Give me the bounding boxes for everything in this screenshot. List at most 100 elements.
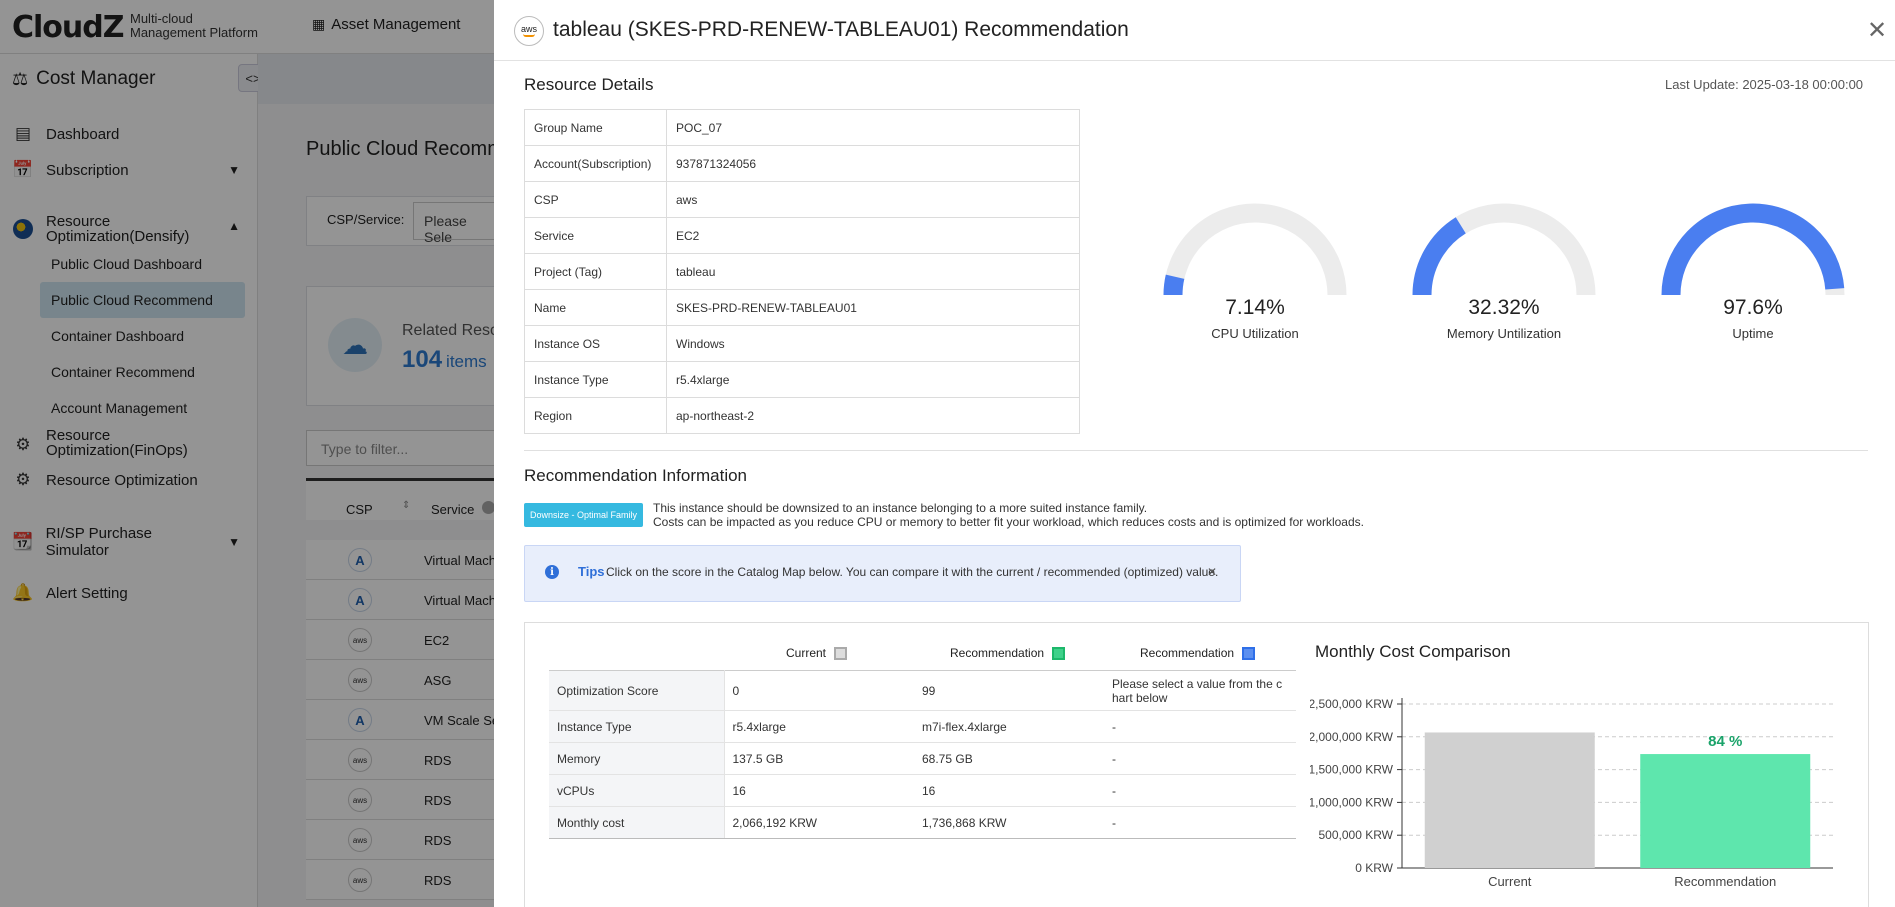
bar-recommendation — [1640, 754, 1811, 868]
compare-cell-current: 137.5 GB — [724, 742, 914, 775]
gauge-fill — [1661, 203, 1845, 296]
compare-cell-key: Memory — [549, 742, 725, 775]
detail-row: Account(Subscription) 937871324056 — [524, 145, 1080, 182]
detail-value: ap-northeast-2 — [666, 397, 1080, 434]
compare-cell-key: Monthly cost — [549, 806, 725, 839]
compare-row[interactable]: Optimization Score 0 99 Please select a val… — [549, 670, 1296, 711]
detail-value: 937871324056 — [666, 145, 1080, 182]
recommendation-text-line: Costs can be impacted as you reduce CPU … — [653, 515, 1364, 529]
legend-swatch — [1242, 646, 1256, 660]
gauge-memory-untilization — [1412, 203, 1596, 296]
detail-value: tableau — [666, 253, 1080, 290]
x-tick-label: Current — [1488, 874, 1532, 889]
y-tick-label: 1,000,000 KRW — [1310, 795, 1394, 809]
recommendation-info-title: Recommendation Information — [524, 466, 748, 485]
bar-data-label: 84 % — [1708, 733, 1742, 750]
compare-row: vCPUs 16 16- — [549, 774, 1296, 807]
detail-key: Instance Type — [524, 361, 667, 398]
gauge-label: CPU Utilization — [1211, 326, 1299, 341]
compare-cell-rec2: Please select a value from the c hart be… — [1104, 670, 1296, 711]
compare-cell-current: 16 — [724, 774, 914, 807]
gauge-value: 32.32% — [1468, 296, 1540, 319]
compare-cell-rec2: - — [1104, 774, 1296, 807]
compare-cell-rec: 1,736,868 KRW — [914, 806, 1104, 839]
detail-key: Service — [524, 217, 667, 254]
compare-cell-rec: 16 — [914, 774, 1104, 807]
legend-swatch — [834, 646, 848, 660]
compare-cell-rec: m7i-flex.4xlarge — [914, 710, 1104, 743]
detail-row: Group Name POC_07 — [524, 109, 1080, 146]
detail-value: r5.4xlarge — [666, 361, 1080, 398]
compare-cell-key: Optimization Score — [549, 670, 725, 711]
compare-cell-rec2: - — [1104, 710, 1296, 743]
section-divider — [524, 450, 1868, 451]
compare-header-label: Current — [786, 646, 827, 660]
gauge-cpu-utilization — [1163, 203, 1347, 296]
detail-value: EC2 — [666, 217, 1080, 254]
tips-close-icon[interactable]: ✕ — [1207, 565, 1217, 579]
detail-value: aws — [666, 181, 1080, 218]
gauge-label: Memory Untilization — [1446, 326, 1562, 341]
compare-cell-key: Instance Type — [549, 710, 725, 743]
compare-cell-key: vCPUs — [549, 774, 725, 807]
comparison-table: Optimization Score 0 99 Please select a val… — [549, 670, 1296, 839]
detail-row: Instance OS Windows — [524, 325, 1080, 362]
detail-row: CSP aws — [524, 181, 1080, 218]
aws-logo-icon: aws — [514, 16, 544, 46]
y-tick-label: 2,000,000 KRW — [1310, 730, 1394, 744]
detail-row: Instance Type r5.4xlarge — [524, 361, 1080, 398]
detail-row: Name SKES-PRD-RENEW-TABLEAU01 — [524, 289, 1080, 326]
y-tick-label: 1,500,000 KRW — [1310, 763, 1394, 777]
detail-row: Service EC2 — [524, 217, 1080, 254]
detail-value: Windows — [666, 325, 1080, 362]
tips-label: Tips — [578, 564, 605, 579]
gauge-fill — [1163, 274, 1185, 296]
compare-header-selected-recommendation: Recommendation — [1140, 646, 1256, 660]
gauge-value: 97.6% — [1723, 296, 1783, 319]
monthly-cost-chart: 0 KRW 500,000 KRW 1,000,000 KRW 1,500,000 K… — [1310, 697, 1833, 889]
compare-cell-rec: 68.75 GB — [914, 742, 1104, 775]
compare-header-current: Current — [786, 646, 848, 660]
monthly-cost-chart-title: Monthly Cost Comparison — [1315, 642, 1511, 661]
detail-row: Region ap-northeast-2 — [524, 397, 1080, 434]
detail-key: Region — [524, 397, 667, 434]
detail-key: Name — [524, 289, 667, 326]
legend-swatch — [1052, 646, 1066, 660]
x-tick-label: Recommendation — [1674, 874, 1776, 889]
compare-cell-rec2: - — [1104, 742, 1296, 775]
gauge-track — [1163, 203, 1347, 296]
y-tick-label: 500,000 KRW — [1319, 828, 1394, 842]
gauge-uptime — [1661, 203, 1845, 296]
detail-value: SKES-PRD-RENEW-TABLEAU01 — [666, 289, 1080, 326]
compare-cell-rec: 99 — [914, 670, 1104, 711]
bar-current — [1424, 732, 1595, 868]
gauge-label: Uptime — [1732, 326, 1774, 341]
recommendation-description: This instance should be downsized to an … — [653, 501, 1364, 529]
compare-row: Monthly cost 2,066,192 KRW 1,736,868 KRW - — [549, 806, 1296, 839]
y-tick-label: 2,500,000 KRW — [1310, 697, 1394, 711]
gauge-fill — [1412, 217, 1467, 296]
resource-details-title: Resource Details — [524, 75, 654, 94]
y-tick-label: 0 KRW — [1355, 861, 1393, 875]
compare-cell-current: 0 — [724, 670, 914, 711]
compare-cell-current: r5.4xlarge — [724, 710, 914, 743]
compare-cell-current: 2,066,192 KRW — [724, 806, 914, 839]
last-update: Last Update: 2025-03-18 00:00:00 — [1665, 77, 1864, 92]
modal-title: tableau (SKES-PRD-RENEW-TABLEAU01) Recom… — [553, 18, 1129, 41]
detail-key: Group Name — [524, 109, 667, 146]
recommendation-type-badge: Downsize - Optimal Family — [524, 503, 643, 527]
resource-details-table: Group Name POC_07 Account(Subscription) 937… — [524, 109, 1080, 434]
tips-text: Click on the score in the Catalog Map be… — [606, 565, 1219, 579]
info-icon: i — [545, 565, 559, 579]
recommendation-text-line: This instance should be downsized to an … — [653, 501, 1148, 515]
detail-key: Instance OS — [524, 325, 667, 362]
compare-header-label: Recommendation — [950, 646, 1045, 660]
aws-logo-text: aws — [520, 24, 537, 34]
compare-header-recommendation: Recommendation — [950, 646, 1066, 660]
compare-header-label: Recommendation — [1140, 646, 1235, 660]
gauge-value: 7.14% — [1225, 296, 1285, 319]
close-icon[interactable]: ✕ — [1867, 16, 1887, 45]
compare-cell-rec2: - — [1104, 806, 1296, 839]
detail-key: Project (Tag) — [524, 253, 667, 290]
detail-key: CSP — [524, 181, 667, 218]
